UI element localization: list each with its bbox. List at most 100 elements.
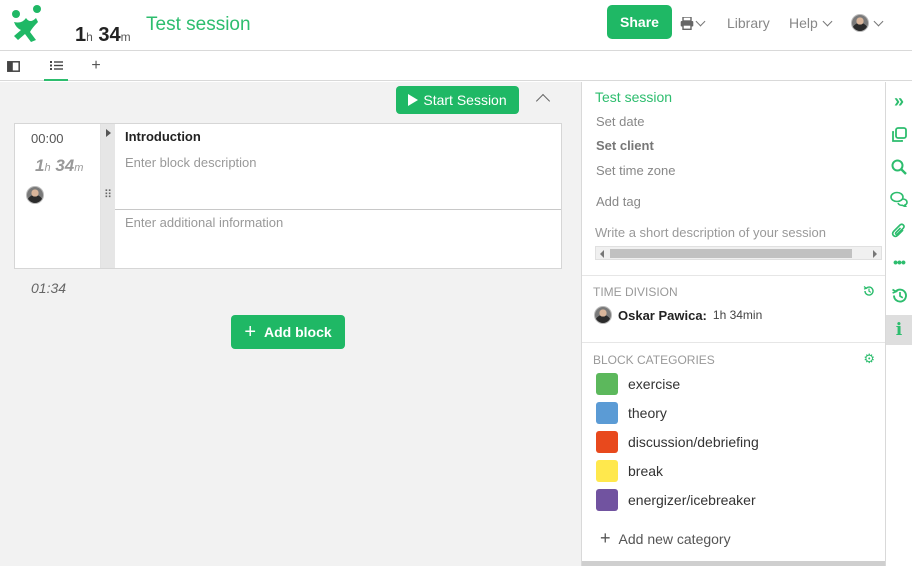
category-label: discussion/debriefing (628, 434, 759, 450)
help-label: Help (789, 15, 818, 31)
block-categories-header: Block categories (593, 353, 715, 367)
search-icon (891, 159, 907, 175)
copy-icon (892, 127, 907, 142)
view-tabs: + (0, 51, 912, 81)
avatar (851, 14, 869, 32)
avatar (594, 306, 612, 324)
category-item[interactable]: discussion/debriefing (596, 431, 759, 453)
double-chevron-right-icon: » (893, 90, 904, 111)
category-swatch[interactable] (596, 489, 618, 511)
share-button[interactable]: Share (607, 5, 672, 39)
session-description-input[interactable]: Write a short description of your sessio… (595, 225, 826, 240)
category-item[interactable]: break (596, 460, 663, 482)
more-button[interactable]: ••• (886, 249, 912, 275)
panel-session-title[interactable]: Test session (595, 89, 672, 105)
category-item[interactable]: exercise (596, 373, 680, 395)
printer-icon (680, 16, 694, 30)
horizontal-scrollbar[interactable] (595, 246, 882, 260)
add-block-button[interactable]: + Add block (231, 315, 345, 349)
divider (582, 275, 885, 276)
print-menu-button[interactable] (680, 14, 712, 32)
info-button[interactable]: i (886, 315, 912, 345)
avatar[interactable] (26, 186, 44, 204)
info-icon: i (895, 320, 903, 340)
category-label: exercise (628, 376, 681, 392)
search-button[interactable] (886, 154, 912, 180)
chevron-down-icon (695, 16, 706, 26)
logo-icon[interactable] (8, 4, 46, 44)
plus-icon: + (600, 528, 611, 548)
category-item[interactable]: energizer/icebreaker (596, 489, 756, 511)
scroll-left-icon[interactable] (600, 250, 604, 258)
drag-grip-icon[interactable]: ⠿ (104, 190, 112, 201)
play-icon (408, 94, 419, 106)
session-title[interactable]: Test session (146, 14, 251, 36)
category-swatch[interactable] (596, 402, 618, 424)
participant-duration: 1h 34min (712, 308, 763, 322)
category-swatch[interactable] (596, 431, 618, 453)
plus-icon: + (91, 57, 101, 74)
chevron-down-icon (873, 16, 884, 26)
start-session-label: Start Session (423, 92, 507, 108)
block-title[interactable]: Introduction (125, 129, 201, 144)
panel-scrollbar[interactable] (582, 561, 885, 566)
block-description-input[interactable]: Enter block description (125, 155, 257, 170)
library-link[interactable]: Library (727, 15, 770, 31)
category-item[interactable]: theory (596, 402, 667, 424)
session-editor: Start Session 00:00 1h 34m ⠿ Introductio… (0, 82, 581, 566)
collapse-panel-button[interactable]: » (886, 88, 912, 114)
more-icon: ••• (893, 254, 906, 270)
columns-icon (6, 60, 20, 72)
set-time-zone-field[interactable]: Set time zone (596, 163, 676, 178)
chevron-up-icon[interactable] (535, 93, 551, 109)
total-duration: 1h 34m (75, 24, 131, 46)
chevron-down-icon (822, 16, 833, 26)
paperclip-icon (891, 223, 905, 238)
add-block-label: Add block (264, 324, 332, 340)
expand-triangle-icon[interactable] (106, 129, 111, 137)
history-button[interactable] (886, 282, 912, 308)
participant-name: Oskar Pawica: (618, 307, 707, 323)
time-division-row: Oskar Pawica: 1h 34min (594, 306, 762, 324)
session-info-panel: Test session Set date Set client Set tim… (581, 82, 885, 566)
session-total-time: 01:34 (31, 280, 67, 296)
user-menu[interactable] (851, 14, 884, 32)
tab-list-view[interactable] (44, 51, 68, 81)
attachments-button[interactable] (886, 218, 912, 244)
copy-button[interactable] (886, 122, 912, 148)
set-client-field[interactable]: Set client (596, 138, 654, 153)
app-header: 1h 34m Test session Share Library Help (0, 0, 912, 51)
category-label: energizer/icebreaker (628, 492, 756, 508)
history-icon[interactable] (863, 285, 875, 297)
add-category-label: Add new category (618, 530, 731, 547)
session-block[interactable]: 00:00 1h 34m ⠿ Introduction Enter block … (14, 123, 562, 269)
add-tag-field[interactable]: Add tag (596, 194, 641, 209)
scrollbar-thumb[interactable] (610, 249, 852, 258)
category-swatch[interactable] (596, 460, 618, 482)
tab-columns-view[interactable] (1, 51, 25, 81)
help-menu[interactable]: Help (789, 15, 833, 31)
block-start-time: 00:00 (31, 131, 64, 146)
time-division-header: Time division (593, 285, 678, 299)
block-additional-info-input[interactable]: Enter additional information (125, 215, 283, 230)
scroll-right-icon[interactable] (873, 250, 877, 258)
category-label: theory (628, 405, 667, 421)
block-drag-handle[interactable]: ⠿ (101, 124, 115, 268)
comments-button[interactable] (886, 186, 912, 212)
divider (115, 209, 561, 210)
category-label: break (628, 463, 664, 479)
add-category-button[interactable]: + Add new category (600, 528, 731, 549)
history-icon (891, 288, 907, 303)
plus-icon: + (244, 321, 256, 343)
tab-add-view[interactable]: + (84, 51, 108, 81)
divider (582, 342, 885, 343)
set-date-field[interactable]: Set date (596, 114, 644, 129)
list-icon (49, 60, 63, 70)
start-session-button[interactable]: Start Session (396, 86, 519, 114)
block-meta: 00:00 1h 34m (15, 124, 101, 268)
category-swatch[interactable] (596, 373, 618, 395)
block-duration[interactable]: 1h 34m (35, 156, 83, 176)
gears-icon[interactable]: ⚙ (863, 351, 875, 367)
comments-icon (890, 191, 908, 207)
right-toolbar: » ••• i (885, 82, 912, 566)
